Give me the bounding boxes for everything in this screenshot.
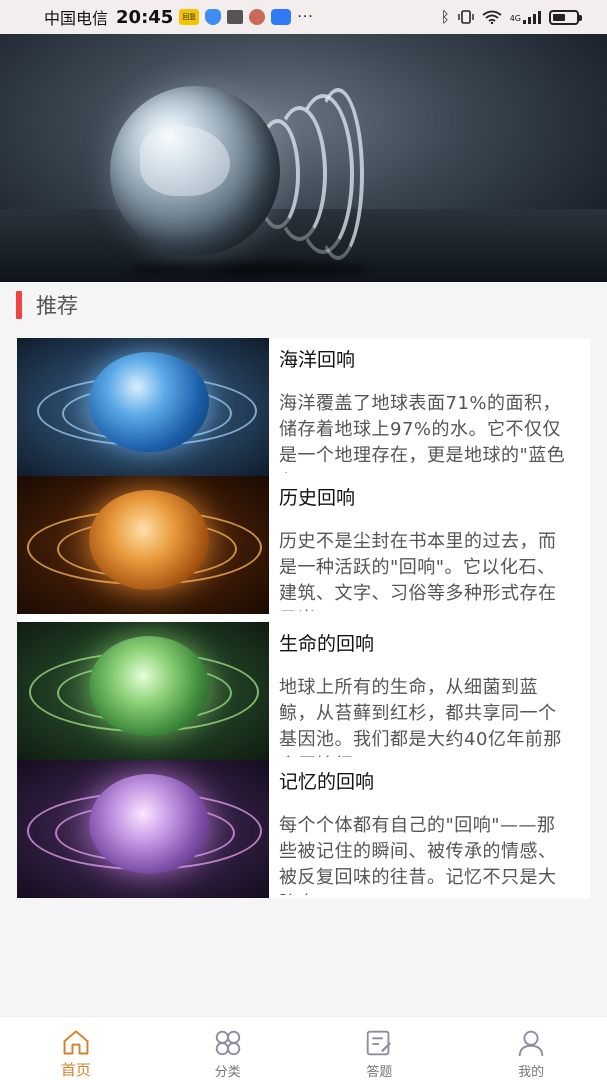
tab-label: 首页	[60, 1061, 91, 1079]
article-summary: 海洋覆盖了地球表面71%的面积，储存着地球上97%的水。它不仅仅是一个地理存在，…	[279, 393, 566, 473]
section-marker	[16, 291, 22, 319]
notification-app-icon: 回复	[179, 9, 200, 25]
article-title: 海洋回响	[279, 349, 356, 371]
tab-category[interactable]: 分类	[152, 1017, 304, 1080]
article-card-memory[interactable]: 记忆的回响 每个个体都有自己的"回响"——那些被记住的瞬间、被传承的情感、被反复…	[17, 760, 590, 898]
battery-icon	[549, 9, 582, 25]
tab-label: 答题	[366, 1065, 393, 1080]
article-thumbnail	[17, 622, 269, 760]
carrier-label: 中国电信	[44, 9, 109, 28]
tab-profile[interactable]: 我的	[455, 1017, 607, 1080]
category-icon	[215, 1030, 240, 1056]
vibrate-icon	[458, 10, 474, 24]
wifi-icon	[482, 10, 502, 24]
section-title: 推荐	[36, 294, 78, 318]
tab-label: 分类	[214, 1065, 241, 1080]
network-type-label: 4G	[509, 14, 521, 23]
dna-orb-illustration	[89, 636, 209, 736]
app-notification-icon	[249, 9, 266, 25]
article-card-history[interactable]: 历史回响 历史不是尘封在书本里的过去，而是一种活跃的"回响"。它以化石、建筑、文…	[17, 476, 590, 614]
bottom-tab-bar: 首页 分类 答题 我的	[0, 1016, 607, 1080]
tab-label: 我的	[518, 1065, 545, 1080]
signal-icon	[523, 10, 541, 24]
more-notifications-icon: ···	[297, 9, 314, 25]
sound-wave-ring	[312, 88, 364, 260]
article-summary: 地球上所有的生命，从细菌到蓝鲸，从苔藓到红杉，都共享同一个基因池。我们都是大约4…	[279, 677, 562, 757]
article-card-ocean[interactable]: 海洋回响 海洋覆盖了地球表面71%的面积，储存着地球上97%的水。它不仅仅是一个…	[17, 338, 590, 476]
profile-icon	[518, 1030, 544, 1057]
book-orb-illustration	[89, 490, 209, 590]
quiz-icon	[367, 1030, 392, 1056]
film-orb-illustration	[89, 774, 209, 874]
clock: 20:45	[116, 6, 174, 28]
glass-globe-illustration	[110, 86, 280, 256]
article-title: 记忆的回响	[279, 771, 375, 793]
shield-icon	[205, 9, 222, 25]
article-card-life[interactable]: 生命的回响 地球上所有的生命，从细菌到蓝鲸，从苔藓到红杉，都共享同一个基因池。我…	[17, 622, 590, 760]
article-thumbnail	[17, 338, 269, 476]
home-icon	[63, 1030, 89, 1055]
clipboard-icon	[227, 10, 244, 24]
status-bar: 中国电信 20:45 回复 ··· ᛒ 4G	[0, 0, 607, 34]
article-thumbnail	[17, 476, 269, 614]
banner-shadow	[130, 262, 370, 276]
water-orb-illustration	[89, 352, 209, 452]
hero-banner[interactable]	[0, 34, 607, 282]
tab-home[interactable]: 首页	[0, 1017, 152, 1080]
article-summary: 历史不是尘封在书本里的过去，而是一种活跃的"回响"。它以化石、建筑、文字、习俗等…	[279, 531, 557, 611]
article-thumbnail	[17, 760, 269, 898]
section-header: 推荐	[16, 289, 78, 321]
tab-quiz[interactable]: 答题	[304, 1017, 456, 1080]
cloud-icon	[271, 9, 292, 25]
article-summary: 每个个体都有自己的"回响"——那些被记住的瞬间、被传承的情感、被反复回味的往昔。…	[279, 815, 557, 895]
bluetooth-icon: ᛒ	[440, 8, 450, 26]
article-title: 生命的回响	[279, 633, 375, 655]
article-title: 历史回响	[279, 487, 356, 509]
recommend-list: 海洋回响 海洋覆盖了地球表面71%的面积，储存着地球上97%的水。它不仅仅是一个…	[17, 338, 590, 898]
